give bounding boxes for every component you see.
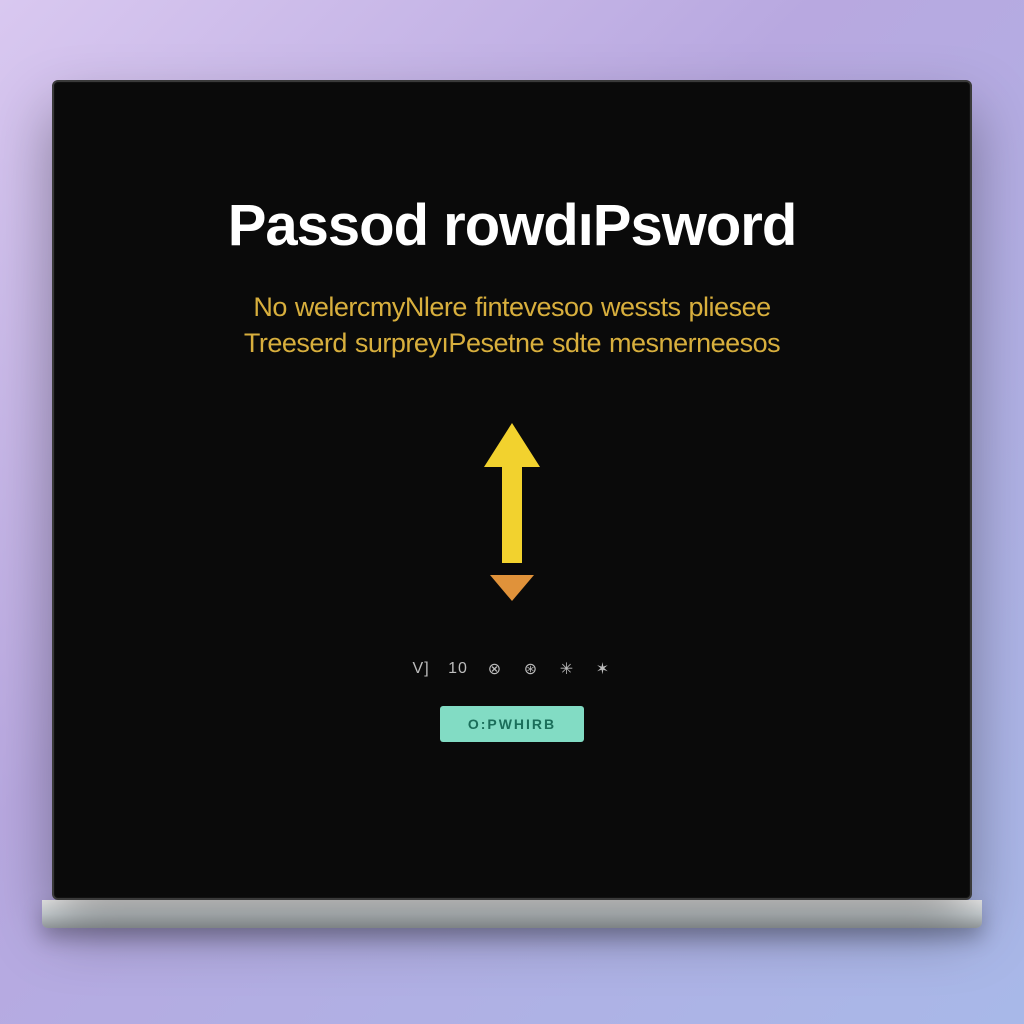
arrow-stack [476, 417, 548, 605]
indicator-row: V] 10 ⊗ ⊛ ✳ ✶ [412, 660, 612, 678]
indicator-0: V] [412, 660, 430, 678]
indicator-2: ⊗ [486, 660, 504, 678]
indicator-5: ✶ [594, 660, 612, 678]
indicator-1: 10 [448, 660, 468, 678]
arrow-down-icon[interactable] [486, 577, 538, 605]
instruction-text: No welercmyNlere fintevesoo wessts plies… [122, 289, 902, 362]
indicator-4: ✳ [558, 660, 576, 678]
app-screen: Passod rowdıPsword No welercmyNlere fint… [52, 80, 972, 900]
primary-action-button[interactable]: O:PWHIRB [440, 706, 584, 742]
monitor-stand [42, 900, 982, 928]
arrow-up-icon[interactable] [476, 417, 548, 577]
instruction-line-1: No welercmyNlere fintevesoo wessts plies… [253, 292, 770, 322]
indicator-3: ⊛ [522, 660, 540, 678]
instruction-line-2: Treeserd surpreyıPesetne sdte mesnernees… [244, 328, 780, 358]
page-title: Passod rowdıPsword [228, 192, 797, 259]
